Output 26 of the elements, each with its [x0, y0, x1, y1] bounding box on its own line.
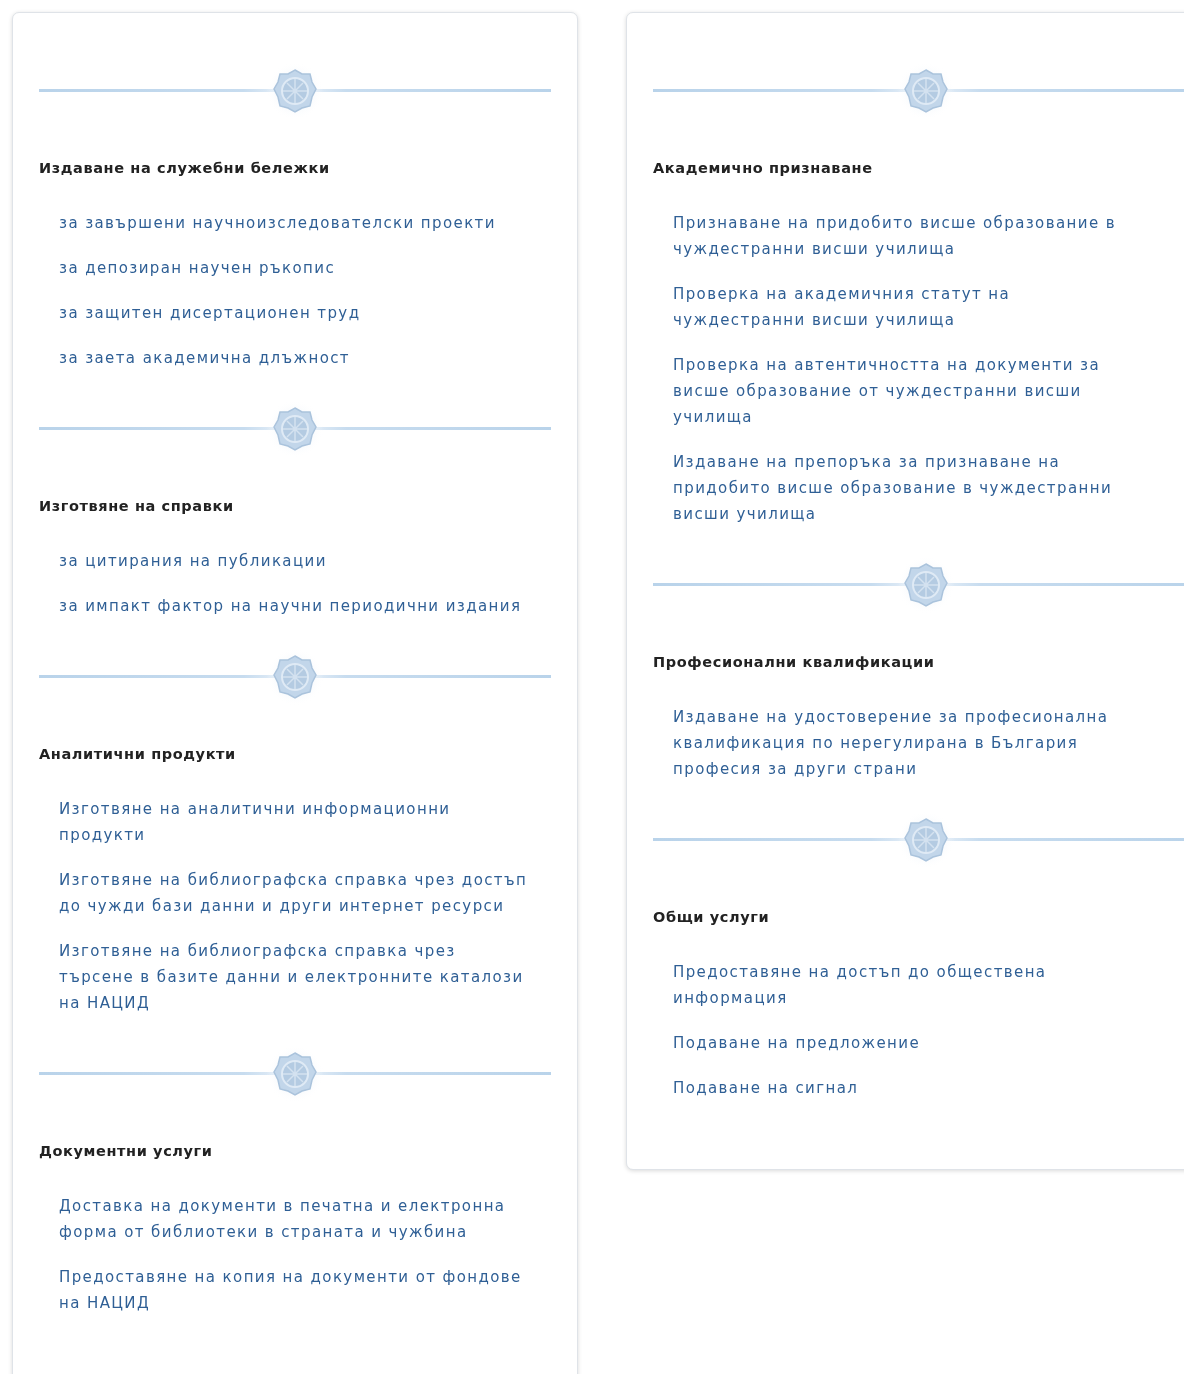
service-link[interactable]: за защитен дисертационен труд [59, 300, 533, 326]
service-link[interactable]: за депозиран научен ръкопис [59, 255, 533, 281]
service-link[interactable]: Подаване на предложение [673, 1030, 1135, 1056]
service-link[interactable]: Доставка на документи в печатна и електронна форма от библиотеки в страната и чужбина [59, 1193, 533, 1245]
section-heading: Изготвяне на справки [39, 497, 235, 516]
service-link[interactable]: Предоставяне на копия на документи от фондове на НАЦИД [59, 1264, 533, 1316]
service-link[interactable]: Изготвяне на аналитични информационни продукти [59, 796, 533, 848]
service-link[interactable]: за импакт фактор на научни периодични издания [59, 593, 533, 619]
service-link[interactable]: за завършени научноизследователски проекти [59, 210, 533, 236]
service-link[interactable]: за заета академична длъжност [59, 345, 533, 371]
service-link[interactable]: Предоставяне на достъп до обществена информация [673, 959, 1135, 1011]
service-link[interactable]: Признаване на придобито висше образование в чуждестранни висши училища [673, 210, 1135, 262]
service-link[interactable]: Издаване на удостоверение за професионална квалификация по нерегулирана в България професия за други страни [673, 704, 1135, 782]
section-heading: Аналитични продукти [39, 745, 237, 764]
service-link[interactable]: Изготвяне на библиографска справка чрез достъп до чужди бази данни и други интернет ресурси [59, 867, 533, 919]
service-link[interactable]: за цитирания на публикации [59, 548, 533, 574]
service-link[interactable]: Издаване на препоръка за признаване на придобито висше образование в чуждестранни висши училища [673, 449, 1135, 527]
service-link[interactable]: Проверка на автентичността на документи за висше образование от чуждестранни висши училища [673, 352, 1135, 430]
service-link[interactable]: Подаване на сигнал [673, 1075, 1135, 1101]
section-heading: Професионални квалификации [653, 653, 936, 672]
section-heading: Академично признаване [653, 159, 874, 178]
section-heading: Документни услуги [39, 1142, 214, 1161]
section-heading: Общи услуги [653, 908, 771, 927]
service-link[interactable]: Изготвяне на библиографска справка чрез търсене в базите данни и електронните каталози на НАЦИД [59, 938, 533, 1016]
section-heading: Издаване на служебни бележки [39, 159, 331, 178]
service-link[interactable]: Проверка на академичния статут на чуждестранни висши училища [673, 281, 1135, 333]
